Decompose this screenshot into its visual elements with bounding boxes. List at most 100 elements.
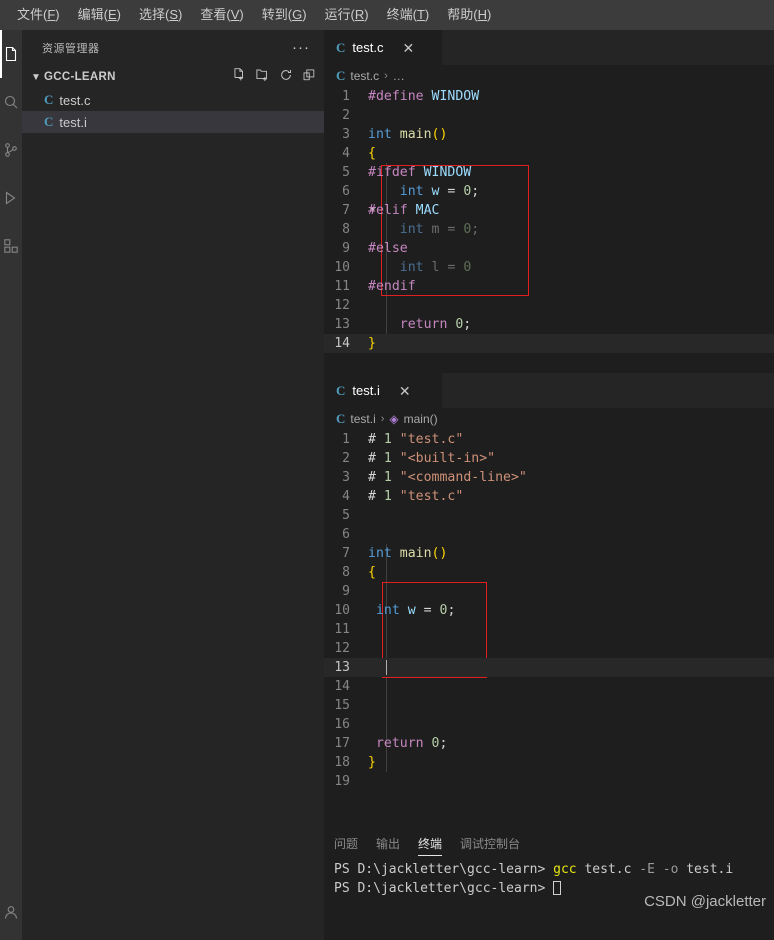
code-text: #else [368, 239, 408, 258]
code-token: int [368, 546, 400, 561]
code-line[interactable]: 17 return 0; [324, 734, 774, 753]
code-line[interactable]: 19 [324, 772, 774, 791]
code-line[interactable]: 14 [324, 677, 774, 696]
accounts-icon[interactable] [0, 888, 22, 936]
refresh-icon[interactable] [279, 68, 293, 87]
code-token: ; [463, 317, 472, 332]
breadcrumb-bottom: C test.i › ◈ main() [324, 408, 774, 430]
line-number: 13 [334, 660, 350, 675]
code-line[interactable]: 12 [324, 639, 774, 658]
explorer-folder-header[interactable]: ▼ GCC-LEARN [22, 65, 324, 89]
code-line[interactable]: 6 [324, 525, 774, 544]
editor-area: C test.c ✕ C test.c › … 1 #define WINDOW 2… [324, 30, 774, 940]
menu-item-5[interactable]: 转到(G) [253, 0, 316, 30]
panel-tab-1[interactable]: 问题 [334, 826, 358, 860]
code-line[interactable]: 1 #define WINDOW [324, 87, 774, 106]
c-file-icon: C [336, 39, 346, 55]
panel-tab-2[interactable]: 输出 [376, 826, 400, 860]
extensions-icon[interactable] [0, 222, 22, 270]
new-file-icon[interactable] [231, 67, 246, 87]
code-token: 1 [383, 470, 392, 485]
code-line[interactable]: 2 [324, 106, 774, 125]
code-line[interactable]: 3 int main() [324, 125, 774, 144]
close-icon[interactable]: ✕ [402, 41, 414, 55]
close-icon[interactable]: ✕ [399, 384, 411, 398]
code-line[interactable]: 15 [324, 696, 774, 715]
explorer-icon[interactable] [0, 30, 22, 78]
source-control-icon[interactable] [0, 126, 22, 174]
breadcrumb-file[interactable]: test.i [350, 412, 375, 426]
watermark-label: CSDN @jackletter [644, 893, 766, 910]
code-line[interactable]: 2 # 1 "<built-in>" [324, 449, 774, 468]
menu-mnemonic: T [416, 7, 425, 22]
code-line[interactable]: 5 #ifdef WINDOW [324, 163, 774, 182]
panel-tab-4[interactable]: 调试控制台 [460, 826, 520, 860]
new-folder-icon[interactable] [255, 67, 270, 87]
run-and-debug-icon[interactable] [0, 174, 22, 222]
code-line[interactable]: 13 [324, 658, 774, 677]
line-number: 8 [342, 222, 350, 237]
code-line[interactable]: 9 [324, 582, 774, 601]
code-line[interactable]: 18} [324, 753, 774, 772]
code-line[interactable]: 4{ [324, 144, 774, 163]
menu-item-7[interactable]: 终端(T) [378, 0, 439, 30]
code-line[interactable]: 9 #else [324, 239, 774, 258]
menu-item-6[interactable]: 运行(R) [316, 0, 378, 30]
line-number: 4 [342, 489, 350, 504]
line-number: 18 [334, 755, 350, 770]
chevron-down-icon[interactable]: ▼ [28, 72, 44, 83]
menu-item-2[interactable]: 编辑(E) [69, 0, 130, 30]
collapse-all-icon[interactable] [302, 68, 316, 87]
line-number: 2 [342, 108, 350, 123]
code-line[interactable]: 6 int w = 0; [324, 182, 774, 201]
code-token: # [368, 489, 384, 504]
file-tree-item-test-i[interactable]: Ctest.i [22, 111, 324, 133]
code-line[interactable]: 13 return 0; [324, 315, 774, 334]
code-token: 1 [383, 451, 392, 466]
code-line[interactable]: 16 [324, 715, 774, 734]
search-icon[interactable] [0, 78, 22, 126]
line-number: 16 [334, 717, 350, 732]
code-line[interactable]: 7 int main() [324, 544, 774, 563]
menu-item-8[interactable]: 帮助(H) [438, 0, 500, 30]
breadcrumb-file[interactable]: test.c [350, 69, 379, 83]
code-line[interactable]: 10 int l = 0 [324, 258, 774, 277]
code-token: WINDOW [423, 165, 472, 180]
code-editor-test-c[interactable]: 1 #define WINDOW 2 3 int main() 4{5 #ifdef WI… [324, 87, 774, 353]
code-line[interactable]: 3 # 1 "<command-line>" [324, 468, 774, 487]
code-line[interactable]: 10 int w = 0; [324, 601, 774, 620]
code-line[interactable]: 11 #endif [324, 277, 774, 296]
code-text: #endif [368, 277, 416, 296]
code-editor-test-i[interactable]: 1 # 1 "test.c" 2 # 1 "<built-in>" 3 # 1 "<com… [324, 430, 774, 791]
menu-item-4[interactable]: 查看(V) [191, 0, 252, 30]
line-number: 7 [342, 203, 350, 218]
code-line[interactable]: 5 [324, 506, 774, 525]
code-line[interactable]: 1 # 1 "test.c" [324, 430, 774, 449]
tab-test-c[interactable]: C test.c ✕ [324, 30, 442, 65]
file-tree-item-test-c[interactable]: Ctest.c [22, 89, 324, 111]
panel-tab-3[interactable]: 终端 [418, 826, 443, 860]
sidebar-more-actions-icon[interactable]: ··· [292, 40, 310, 55]
code-token: #define [368, 89, 432, 104]
menu-item-3[interactable]: 选择(S) [130, 0, 191, 30]
line-number: 7 [342, 546, 350, 561]
code-line[interactable]: 14} [324, 334, 774, 353]
code-line[interactable]: 7 ▼ #elif MAC [324, 201, 774, 220]
code-line[interactable]: 11 [324, 620, 774, 639]
code-line[interactable]: 12 [324, 296, 774, 315]
code-line[interactable]: 8 int m = 0; [324, 220, 774, 239]
menu-item-label: 终端(T) [386, 7, 430, 22]
breadcrumb-symbol[interactable]: main() [404, 412, 438, 426]
code-text: #ifdef WINDOW [368, 163, 471, 182]
menu-item-1[interactable]: 文件(F) [8, 0, 69, 30]
line-number: 14 [334, 679, 350, 694]
tab-test-i[interactable]: C test.i ✕ [324, 373, 442, 408]
line-number: 9 [342, 241, 350, 256]
code-line[interactable]: 4 # 1 "test.c" [324, 487, 774, 506]
breadcrumb-rest[interactable]: … [393, 69, 405, 83]
code-line[interactable]: 8{ [324, 563, 774, 582]
